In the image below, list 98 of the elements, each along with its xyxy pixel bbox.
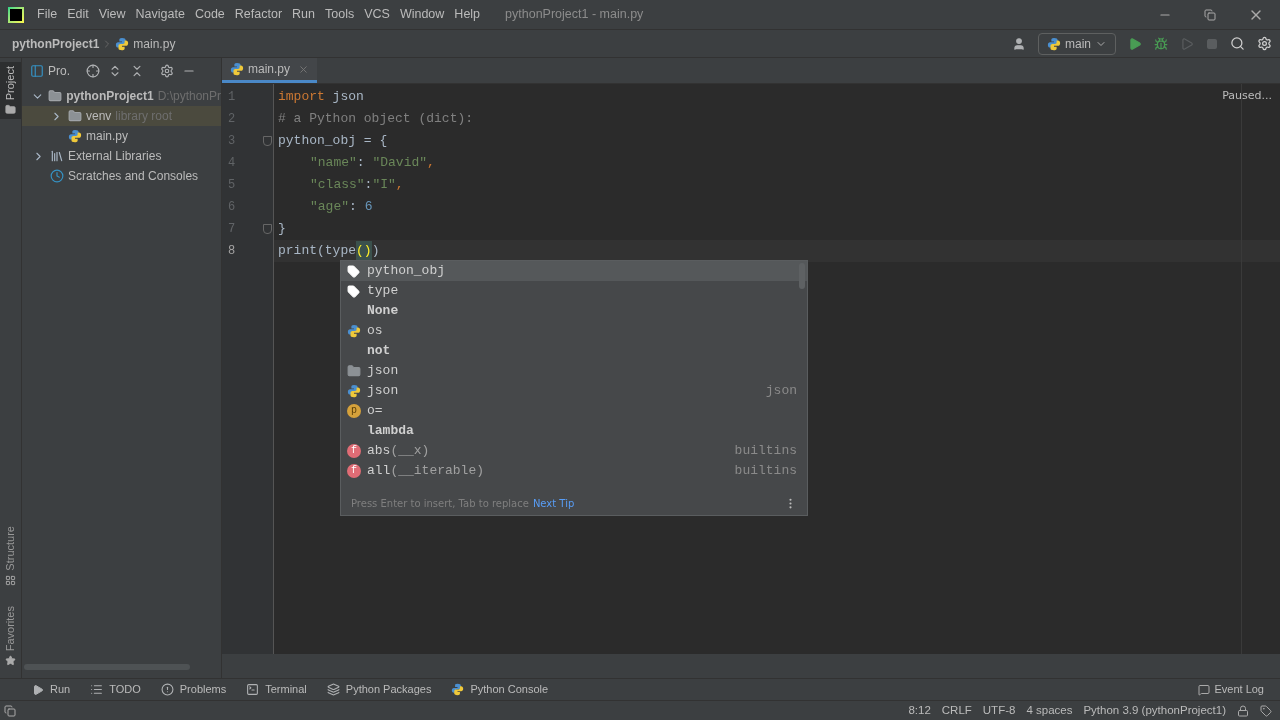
folder-icon	[5, 104, 16, 116]
tag-icon[interactable]	[1260, 704, 1272, 717]
status-item[interactable]: Python 3.9 (pythonProject1)	[1083, 701, 1226, 720]
python-module-icon	[347, 324, 361, 338]
library-icon	[50, 149, 64, 163]
settings-icon[interactable]	[160, 64, 174, 78]
menu-item[interactable]: Help	[449, 5, 486, 24]
next-tip-link[interactable]: Next Tip	[532, 495, 575, 511]
tree-item[interactable]: Scratches and Consoles	[22, 166, 221, 186]
side-tab[interactable]: Favorites	[0, 601, 21, 670]
completion-item[interactable]: p o=	[341, 401, 807, 421]
settings-icon[interactable]	[1257, 36, 1272, 51]
tree-label: pythonProject1	[66, 88, 154, 105]
menu-item[interactable]: VCS	[359, 5, 395, 24]
completion-item[interactable]: json	[341, 361, 807, 381]
list-icon	[90, 683, 104, 696]
scrollbar[interactable]	[799, 263, 805, 289]
menu-item[interactable]: Run	[287, 5, 320, 24]
python-file-icon	[230, 62, 244, 76]
status-item[interactable]: UTF-8	[982, 701, 1016, 720]
menu-item[interactable]: View	[93, 5, 131, 24]
status-item[interactable]: CRLF	[941, 701, 972, 720]
event-log-button[interactable]: Event Log	[1198, 681, 1264, 698]
run-icon	[32, 683, 44, 696]
menu-item[interactable]: Refactor	[229, 5, 288, 24]
tree-label: Scratches and Consoles	[68, 168, 199, 185]
app-logo	[8, 6, 24, 23]
tool-window-tab[interactable]: Python Console	[443, 681, 557, 698]
debug-icon[interactable]	[1154, 36, 1168, 51]
side-tab[interactable]: Project	[0, 62, 21, 120]
tree-label: main.py	[86, 128, 129, 145]
completion-item[interactable]: None	[341, 301, 807, 321]
tree-label: venv	[86, 108, 112, 125]
panel-icon	[30, 64, 44, 78]
completion-item[interactable]: f abs(__x) builtins	[341, 441, 807, 461]
search-icon[interactable]	[1230, 36, 1245, 51]
completion-item[interactable]: python_obj	[341, 261, 807, 281]
menu-item[interactable]: File	[32, 5, 63, 24]
menu-item[interactable]: Code	[189, 5, 230, 24]
breadcrumb-item[interactable]: main.py	[133, 34, 176, 53]
run-icon[interactable]	[1128, 36, 1142, 51]
completion-item[interactable]: os	[341, 321, 807, 341]
parameter-badge: p	[347, 404, 361, 418]
python-file-icon	[68, 129, 82, 143]
folder-icon	[48, 89, 63, 103]
tool-window-tab[interactable]: Terminal	[238, 681, 315, 698]
editor-status: Paused...	[1222, 88, 1272, 104]
toggle-panels-icon[interactable]	[4, 704, 16, 717]
tree-label: External Libraries	[68, 148, 162, 165]
status-item[interactable]: 4 spaces	[1026, 701, 1073, 720]
locate-icon[interactable]	[86, 64, 100, 78]
folder-icon	[68, 109, 82, 123]
tool-window-tab[interactable]: Run	[24, 681, 79, 698]
window-title: pythonProject1 - main.py	[505, 6, 644, 24]
tag-icon	[347, 284, 360, 298]
tree-item[interactable]: main.py	[22, 126, 221, 146]
fold-marker-icon[interactable]	[263, 136, 272, 146]
side-tab[interactable]: Structure	[0, 522, 21, 590]
editor-tab[interactable]: main.py	[222, 58, 318, 83]
terminal-icon	[246, 683, 260, 696]
python-file-icon	[1047, 36, 1061, 51]
completion-item[interactable]: f all(__iterable) builtins	[341, 461, 807, 481]
python-module-icon	[347, 384, 361, 398]
tag-icon	[347, 264, 360, 278]
completion-item[interactable]: json json	[341, 381, 807, 401]
menu-item[interactable]: Edit	[62, 5, 94, 24]
tool-window-tab[interactable]: TODO	[82, 681, 149, 698]
completion-item[interactable]: lambda	[341, 421, 807, 441]
fold-marker-icon[interactable]	[263, 224, 272, 234]
menu-item[interactable]: Navigate	[130, 5, 190, 24]
tool-window-tab[interactable]: Python Packages	[318, 681, 440, 698]
speech-bubble-icon	[1198, 683, 1211, 696]
scratch-icon	[50, 169, 64, 183]
tool-window-tab[interactable]: Problems	[152, 681, 235, 698]
restore-icon[interactable]	[1204, 8, 1216, 21]
completion-item[interactable]: not	[341, 341, 807, 361]
structure-icon	[5, 574, 16, 586]
status-item[interactable]: 8:12	[908, 701, 931, 720]
view-selector[interactable]: Pro.	[48, 62, 70, 80]
python-file-icon	[115, 36, 130, 51]
alert-icon	[160, 683, 174, 696]
menu-item[interactable]: Tools	[320, 5, 360, 24]
menu-item[interactable]: Window	[394, 5, 450, 24]
completion-item[interactable]: type	[341, 281, 807, 301]
star-icon	[5, 655, 16, 666]
function-badge: f	[347, 464, 361, 478]
python-icon	[451, 683, 465, 696]
function-badge: f	[347, 444, 361, 458]
breadcrumb-item[interactable]: pythonProject1	[12, 34, 100, 53]
line-number: 8	[228, 243, 236, 260]
lock-icon[interactable]	[1237, 704, 1249, 717]
collapse-all-icon[interactable]	[130, 64, 144, 78]
tree-item[interactable]: External Libraries	[22, 146, 221, 166]
layers-icon	[326, 683, 340, 696]
run-config-dropdown[interactable]: main	[1038, 32, 1116, 55]
folder-icon	[347, 364, 361, 378]
close-icon[interactable]	[298, 63, 310, 75]
user-icon[interactable]	[1012, 36, 1026, 51]
